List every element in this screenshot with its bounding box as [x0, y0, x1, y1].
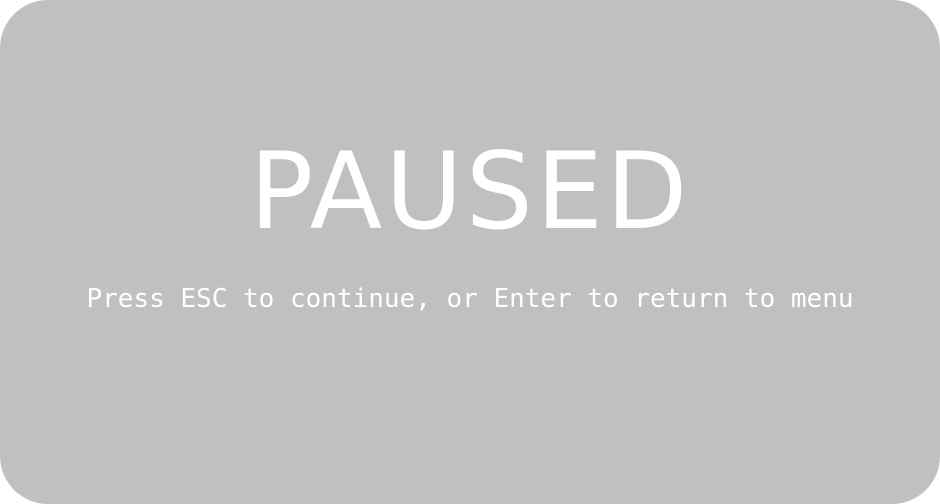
pause-title: PAUSED [249, 130, 691, 253]
pause-overlay: PAUSED Press ESC to continue, or Enter t… [0, 0, 940, 504]
pause-instructions: Press ESC to continue, or Enter to retur… [86, 284, 854, 314]
